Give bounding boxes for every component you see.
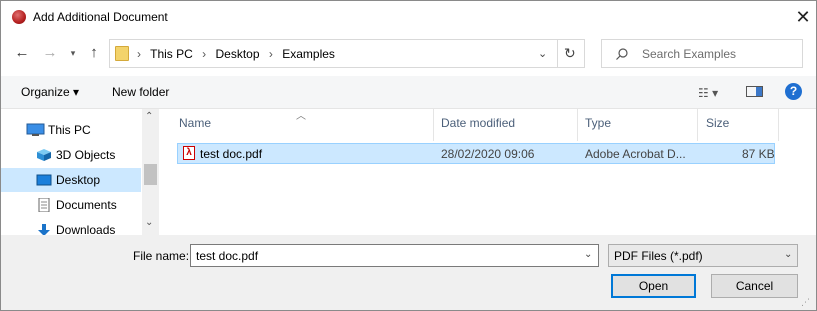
breadcrumb: › This PC › Desktop › Examples (137, 47, 335, 61)
nav-item-documents[interactable]: Documents (1, 193, 141, 217)
organize-button[interactable]: Organize ▾ (21, 85, 79, 99)
recent-locations-chevron-icon[interactable]: ▾ (67, 42, 79, 64)
file-size: 87 KB (742, 147, 775, 161)
pc-icon (26, 123, 45, 136)
back-arrow-icon[interactable]: ← (13, 42, 31, 64)
navigation-pane: This PC 3D Objects Desktop Documents Dow… (1, 109, 159, 235)
search-placeholder: Search Examples (642, 47, 737, 61)
file-type-select[interactable]: PDF Files (*.pdf) ⌄ (608, 244, 798, 267)
breadcrumb-examples[interactable]: Examples (282, 47, 335, 61)
resize-grip-icon[interactable]: ⋰ (801, 297, 810, 308)
file-name: test doc.pdf (200, 147, 263, 161)
file-name-input[interactable]: test doc.pdf ⌄ (190, 244, 599, 267)
column-divider[interactable] (577, 109, 578, 141)
file-row-selected[interactable]: λ test doc.pdf 28/02/2020 09:06 Adobe Ac… (177, 143, 775, 164)
column-divider[interactable] (778, 109, 779, 141)
document-icon (38, 198, 50, 212)
address-row: ← → ▾ ↑ › This PC › Desktop › Examples ⌄… (1, 34, 816, 74)
desktop-icon (36, 174, 52, 186)
column-header-date[interactable]: Date modified (441, 116, 515, 130)
column-header-type[interactable]: Type (585, 116, 611, 130)
search-icon (616, 48, 628, 60)
chevron-down-icon: ⌄ (784, 249, 793, 260)
command-bar: Organize ▾ New folder ☷ ▾ ? (1, 76, 816, 109)
sort-ascending-icon: ︿ (296, 111, 306, 122)
column-header-size[interactable]: Size (706, 116, 729, 130)
column-divider[interactable] (697, 109, 698, 141)
address-dropdown-icon[interactable]: ⌄ (538, 47, 547, 60)
nav-item-this-pc[interactable]: This PC (1, 118, 141, 142)
close-button[interactable]: ✕ (791, 5, 815, 29)
folder-icon (115, 46, 129, 61)
window-title: Add Additional Document (33, 10, 168, 24)
title-bar: Add Additional Document ✕ (1, 1, 816, 33)
column-divider[interactable] (433, 109, 434, 141)
preview-pane-icon[interactable] (746, 86, 763, 97)
dialog-footer: File name: test doc.pdf ⌄ PDF Files (*.p… (1, 235, 816, 310)
pdf-icon: λ (183, 146, 195, 160)
forward-arrow-icon[interactable]: → (41, 42, 59, 64)
up-arrow-icon[interactable]: ↑ (85, 42, 103, 64)
app-icon (12, 10, 26, 24)
new-folder-button[interactable]: New folder (112, 85, 169, 99)
file-type: Adobe Acrobat D... (585, 147, 686, 161)
nav-scrollbar[interactable]: ⌃ ⌄ (142, 109, 159, 235)
file-name-dropdown-icon[interactable]: ⌄ (584, 249, 592, 260)
file-list: Name ︿ Date modified Type Size λ test do… (161, 109, 816, 235)
file-name-value: test doc.pdf (196, 249, 259, 263)
nav-item-downloads[interactable]: Downloads (1, 218, 141, 235)
file-name-label: File name: (133, 249, 190, 263)
column-header-name[interactable]: Name (179, 116, 211, 130)
file-type-value: PDF Files (*.pdf) (614, 249, 703, 263)
file-dialog: Add Additional Document ✕ ← → ▾ ↑ › This… (0, 0, 817, 311)
breadcrumb-desktop[interactable]: Desktop (216, 47, 260, 61)
help-icon[interactable]: ? (785, 83, 802, 100)
view-options-icon[interactable]: ☷ ▾ (698, 86, 718, 100)
scrollbar-thumb[interactable] (144, 164, 157, 185)
breadcrumb-this-pc[interactable]: This PC (150, 47, 193, 61)
address-bar[interactable]: › This PC › Desktop › Examples ⌄ ↻ (109, 39, 585, 68)
nav-item-3d-objects[interactable]: 3D Objects (1, 143, 141, 167)
refresh-icon[interactable]: ↻ (564, 45, 576, 62)
open-button[interactable]: Open (611, 274, 696, 298)
download-icon (38, 224, 50, 235)
file-date: 28/02/2020 09:06 (441, 147, 535, 161)
scroll-up-icon[interactable]: ⌃ (145, 111, 153, 122)
cube-icon (37, 149, 51, 161)
nav-item-desktop[interactable]: Desktop (1, 168, 141, 192)
cancel-button[interactable]: Cancel (711, 274, 798, 298)
address-divider (557, 40, 558, 67)
scroll-down-icon[interactable]: ⌄ (145, 217, 153, 228)
search-box[interactable]: Search Examples (601, 39, 803, 68)
